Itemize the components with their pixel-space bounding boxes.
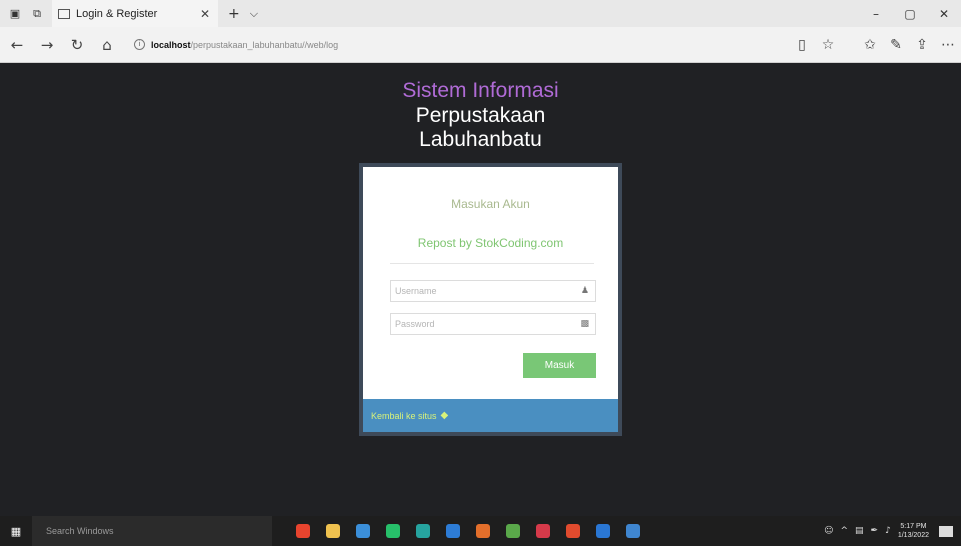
chevron-down-icon[interactable]: ⌵: [250, 7, 258, 21]
browser-toolbar: ▯ ☆ ✩ ✎ ⇪ ⋯: [789, 27, 961, 63]
divider: [390, 263, 594, 264]
maximize-icon[interactable]: ▢: [893, 7, 927, 21]
url-field[interactable]: i localhost /perpustakaan_labuhanbatu//w…: [134, 33, 754, 57]
vscode-icon[interactable]: [446, 524, 460, 538]
chevron-up-icon[interactable]: ^: [840, 526, 848, 536]
login-heading: Masukan Akun: [451, 197, 530, 211]
chrome-icon[interactable]: [296, 524, 310, 538]
masuk-button[interactable]: Masuk: [523, 353, 596, 378]
app-icon[interactable]: [356, 524, 370, 538]
notification-icon[interactable]: [939, 525, 953, 537]
lock-icon: ▩: [580, 319, 589, 329]
pen-icon[interactable]: ✒: [871, 526, 879, 536]
browser-titlebar: ▣ ⧉ Login & Register ✕ + ⌵ – ▢ ✕: [0, 0, 961, 27]
people-icon[interactable]: ☺: [824, 526, 833, 536]
password-field[interactable]: ▩: [390, 313, 596, 335]
pen-icon[interactable]: ✎: [883, 37, 909, 53]
volume-icon[interactable]: ♪: [885, 526, 891, 536]
url-path: /perpustakaan_labuhanbatu//web/log: [190, 39, 339, 50]
site-title-line1: Sistem Informasi: [402, 79, 559, 102]
clock-date: 1/13/2022: [897, 532, 929, 539]
more-icon[interactable]: ⋯: [935, 37, 961, 53]
arrow-left-icon: ◆: [440, 410, 449, 421]
back-arrow-icon[interactable]: ←: [4, 36, 30, 54]
app-icon[interactable]: [476, 524, 490, 538]
close-window-icon[interactable]: ✕: [927, 7, 961, 21]
tabs-aside-icon[interactable]: ⧉: [30, 7, 44, 21]
site-title-line2: Perpustakaan: [415, 104, 546, 127]
pinned-apps: [296, 516, 656, 546]
share-icon[interactable]: ⇪: [909, 37, 935, 53]
app-icon[interactable]: [536, 524, 550, 538]
user-icon: ♟: [580, 286, 589, 296]
start-button-icon[interactable]: ▦: [0, 516, 32, 546]
refresh-icon[interactable]: ↻: [64, 36, 90, 54]
system-tray: ☺ ^ ▤ ✒ ♪ 5:17 PM 1/13/2022: [824, 516, 961, 546]
forward-arrow-icon[interactable]: →: [34, 36, 60, 54]
app-icon[interactable]: [626, 524, 640, 538]
password-input[interactable]: [395, 319, 575, 329]
site-title-line3: Labuhanbatu: [419, 128, 542, 151]
page-viewport: Sistem Informasi Perpustakaan Labuhanbat…: [0, 64, 961, 516]
username-input[interactable]: [395, 286, 575, 296]
tab-actions-icon[interactable]: ▣: [8, 7, 22, 21]
search-windows-field[interactable]: Search Windows: [32, 516, 272, 546]
network-icon[interactable]: ▤: [855, 526, 864, 536]
window-controls: – ▢ ✕: [859, 0, 961, 27]
favorite-star-icon[interactable]: ☆: [815, 37, 841, 53]
reading-view-icon[interactable]: ▯: [789, 37, 815, 53]
login-box: Masukan Akun Repost by StokCoding.com ♟ …: [359, 163, 622, 436]
favorites-list-icon[interactable]: ✩: [857, 37, 883, 53]
username-field[interactable]: ♟: [390, 280, 596, 302]
login-form: Masukan Akun Repost by StokCoding.com ♟ …: [363, 167, 618, 399]
app-icon[interactable]: [566, 524, 580, 538]
file-explorer-icon[interactable]: [326, 524, 340, 538]
browser-tab[interactable]: Login & Register ✕: [52, 0, 218, 27]
back-to-site-link[interactable]: Kembali ke situs ◆: [363, 399, 618, 432]
tab-title: Login & Register: [76, 7, 158, 20]
login-subheading: Repost by StokCoding.com: [417, 236, 564, 250]
app-icon[interactable]: [506, 524, 520, 538]
new-tab-icon[interactable]: +: [228, 6, 240, 22]
clock-time: 5:17 PM: [900, 523, 927, 530]
windows-taskbar: ▦ Search Windows ☺ ^ ▤ ✒ ♪ 5:17 PM 1/13/…: [0, 516, 961, 546]
back-link-label: Kembali ke situs: [371, 410, 437, 421]
home-icon[interactable]: ⌂: [94, 36, 120, 54]
clock[interactable]: 5:17 PM 1/13/2022: [898, 522, 929, 540]
app-icon[interactable]: [416, 524, 430, 538]
address-bar: ← → ↻ ⌂ i localhost /perpustakaan_labuha…: [0, 27, 961, 63]
info-icon[interactable]: i: [134, 39, 145, 50]
edge-icon[interactable]: [596, 524, 610, 538]
close-tab-icon[interactable]: ✕: [200, 7, 210, 21]
chat-app-icon[interactable]: [386, 524, 400, 538]
minimize-icon[interactable]: –: [859, 7, 893, 21]
page-favicon-icon: [58, 8, 70, 19]
url-host: localhost: [151, 39, 191, 50]
